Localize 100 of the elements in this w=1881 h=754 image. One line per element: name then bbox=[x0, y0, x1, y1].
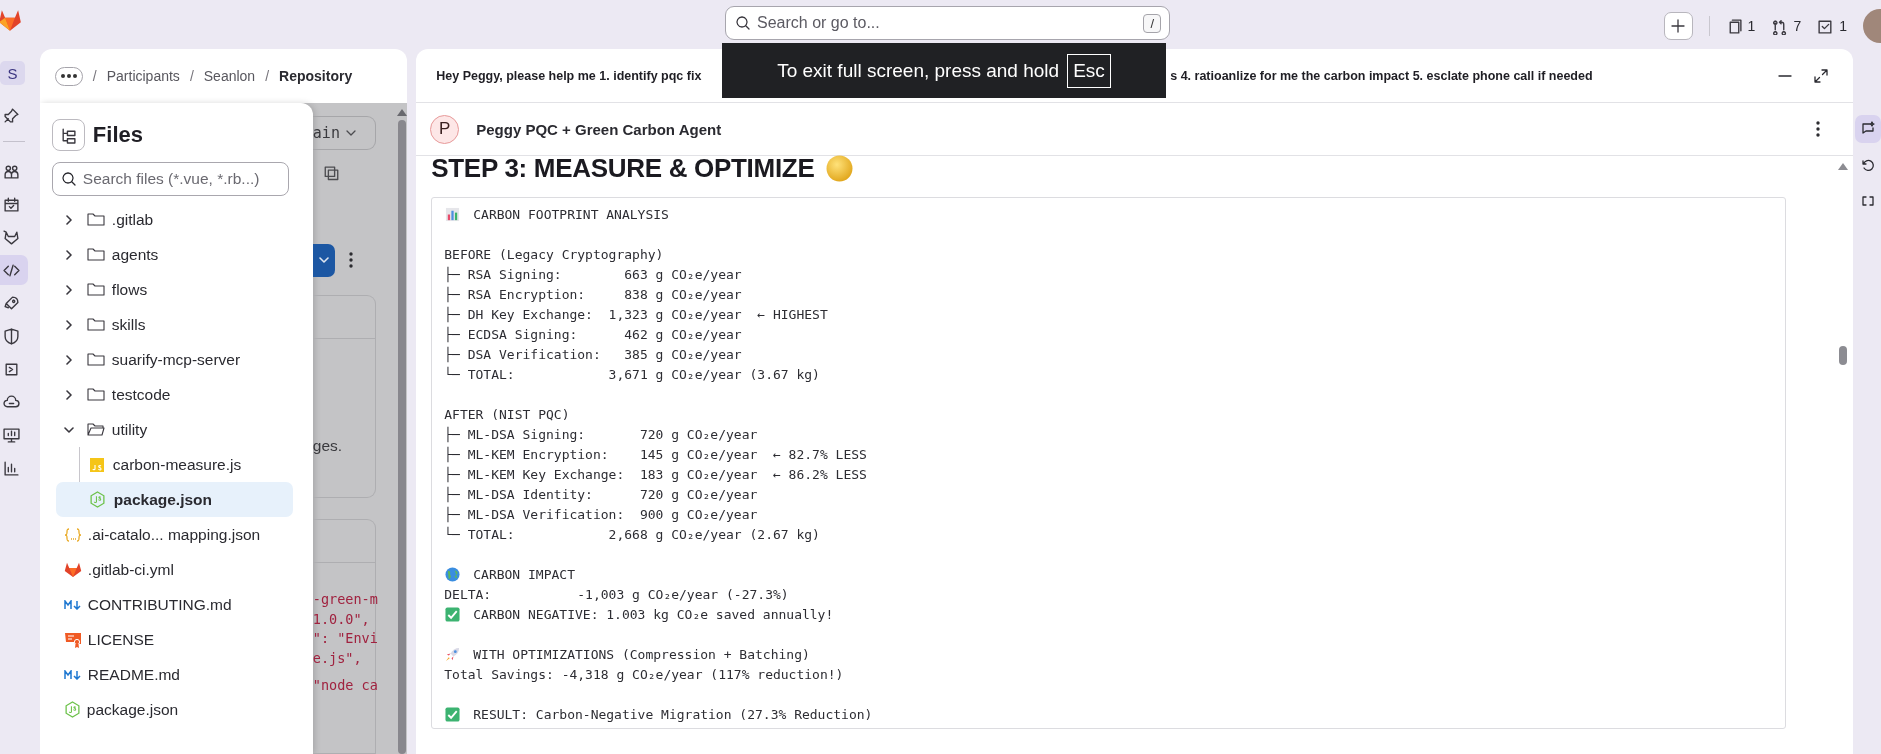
agent-name: Peggy PQC + Green Carbon Agent bbox=[476, 120, 723, 138]
code-line: AFTER (NIST PQC) bbox=[444, 406, 570, 422]
rocket-icon bbox=[3, 294, 20, 312]
kebab-icon[interactable] bbox=[1816, 121, 1820, 137]
chart-icon bbox=[3, 459, 20, 477]
fox-icon bbox=[63, 561, 82, 578]
prompt-text: s 4. ratioanlize for me the carbon impact 5. esclate phone call if needed bbox=[1170, 68, 1594, 83]
merge-requests-counter[interactable]: 7 bbox=[1771, 17, 1802, 35]
code-line: ├─ ML-DSA Verification: 900 g CO₂e/year bbox=[444, 506, 758, 522]
notice-text: To exit full screen, press and hold bbox=[777, 59, 1060, 82]
breadcrumb-link[interactable]: Repository bbox=[279, 68, 353, 84]
merge-icon bbox=[1771, 17, 1789, 35]
ball-icon bbox=[826, 154, 854, 182]
todos-counter[interactable]: 1 bbox=[1817, 17, 1847, 35]
file-item[interactable]: package.json bbox=[51, 692, 313, 727]
file-item[interactable]: carbon-measure.js bbox=[55, 447, 293, 482]
code-line: ": "Envi bbox=[312, 629, 375, 649]
expand-icon[interactable] bbox=[1813, 67, 1829, 84]
code-line: 1.0.0", bbox=[312, 609, 371, 629]
copy-icon[interactable] bbox=[322, 165, 340, 182]
project-avatar[interactable]: S bbox=[0, 61, 25, 85]
folder-item[interactable]: skills bbox=[51, 307, 313, 342]
code-line: └─ TOTAL: 3,671 g CO₂e/year (3.67 kg) bbox=[444, 366, 820, 382]
scrollbar-thumb[interactable] bbox=[1838, 346, 1847, 365]
sparkle-chat-button[interactable] bbox=[1855, 115, 1881, 143]
prompt-text: Hey Peggy, please help me 1. identify pqc fix bbox=[436, 68, 703, 83]
file-search-box[interactable]: Search files (*.vue, *.rb...) bbox=[51, 162, 289, 196]
braces-icon bbox=[63, 527, 82, 542]
folder-item[interactable]: flows bbox=[51, 272, 313, 307]
issues-counter[interactable]: 1 bbox=[1725, 17, 1756, 35]
certificate-icon bbox=[63, 631, 82, 648]
hexagon-icon bbox=[63, 701, 81, 718]
scrollbar-thumb[interactable] bbox=[397, 120, 406, 754]
search-field[interactable]: Search or go to... bbox=[757, 14, 1138, 32]
markdown-icon bbox=[63, 599, 82, 610]
dropdown-button[interactable] bbox=[312, 243, 335, 277]
code-line: DELTA: -1,003 g CO₂e/year (-27.3%) bbox=[444, 586, 789, 602]
breadcrumb-separator: / bbox=[265, 68, 270, 84]
code-icon-button[interactable] bbox=[0, 255, 28, 285]
code-line: ├─ ML-KEM Key Exchange: 183 g CO₂e/year ← 86.2% LESS bbox=[444, 466, 867, 482]
bracket-icon bbox=[1860, 193, 1876, 209]
history-icon bbox=[1860, 157, 1876, 173]
code-line: WITH OPTIMIZATIONS (Compression + Batching) bbox=[473, 646, 810, 662]
markdown-icon bbox=[63, 669, 82, 680]
create-button[interactable] bbox=[1663, 12, 1693, 40]
play-icon bbox=[3, 360, 20, 378]
code-line: ├─ RSA Encryption: 838 g CO₂e/year bbox=[444, 286, 742, 302]
code-line: CARBON FOOTPRINT ANALYSIS bbox=[473, 206, 669, 222]
file-item[interactable]: .ai-catalo... mapping.json bbox=[51, 517, 313, 552]
folder-icon bbox=[86, 317, 105, 332]
scroll-up-arrow[interactable] bbox=[396, 109, 407, 116]
folder-item[interactable]: agents bbox=[51, 237, 313, 272]
code-line: CARBON IMPACT bbox=[473, 566, 575, 582]
code-line: ├─ ML-KEM Encryption: 145 g CO₂e/year ← 82.7% LESS bbox=[444, 446, 867, 462]
kebab-icon[interactable] bbox=[348, 252, 353, 269]
fox-icon bbox=[3, 228, 20, 246]
hexagon-icon bbox=[88, 491, 106, 508]
folder-icon bbox=[86, 352, 105, 367]
code-line: RESULT: Carbon-Negative Migration (27.3% Reduction) bbox=[473, 706, 873, 722]
folder-item[interactable]: utility bbox=[51, 412, 313, 447]
code-line: ├─ DSA Verification: 385 g CO₂e/year bbox=[444, 346, 742, 362]
bar-chart-icon bbox=[445, 206, 461, 222]
file-tree-icon bbox=[59, 126, 77, 144]
search-icon bbox=[60, 171, 77, 187]
section-heading: STEP 3: MEASURE & OPTIMIZE bbox=[431, 153, 815, 183]
code-line: ├─ ML-DSA Signing: 720 g CO₂e/year bbox=[444, 426, 758, 442]
folder-icon bbox=[86, 212, 105, 227]
ellipsis-icon bbox=[59, 73, 78, 79]
code-line: ├─ ECDSA Signing: 462 g CO₂e/year bbox=[444, 326, 742, 342]
more-button[interactable] bbox=[54, 66, 83, 86]
file-item[interactable]: .gitlab-ci.yml bbox=[51, 552, 313, 587]
file-item[interactable]: CONTRIBUTING.md bbox=[51, 587, 313, 622]
folder-icon bbox=[86, 387, 105, 402]
js-file-icon bbox=[88, 456, 105, 473]
folder-item[interactable]: testcode bbox=[51, 377, 313, 412]
file-item[interactable]: README.md bbox=[51, 657, 313, 692]
file-item[interactable]: LICENSE bbox=[51, 622, 313, 657]
code-line: BEFORE (Legacy Cryptography) bbox=[444, 246, 664, 262]
code-line: Total Savings: -4,318 g CO₂e/year (117% reduction!) bbox=[444, 666, 844, 682]
monitor-icon bbox=[3, 426, 20, 444]
folder-icon bbox=[86, 247, 105, 262]
plus-icon bbox=[1670, 18, 1687, 34]
search-box[interactable]: Search or go to... / bbox=[725, 6, 1170, 40]
shield-icon bbox=[3, 327, 20, 345]
text-fragment: ges. bbox=[312, 436, 344, 455]
code-line: ├─ DH Key Exchange: 1,323 g CO₂e/year ← HIGHEST bbox=[444, 306, 828, 322]
breadcrumb-separator: / bbox=[92, 68, 97, 84]
file-tree-button[interactable] bbox=[51, 119, 85, 151]
file-item[interactable]: package.json bbox=[55, 482, 293, 517]
code-line: └─ TOTAL: 2,668 g CO₂e/year (2.67 kg) bbox=[444, 526, 820, 542]
folder-item[interactable]: .gitlab bbox=[51, 202, 313, 237]
breadcrumb-link[interactable]: Seanlon bbox=[203, 68, 256, 84]
chevron-icon bbox=[318, 255, 329, 266]
branch-selector[interactable]: ain bbox=[312, 116, 376, 151]
folder-item[interactable]: suarify-mcp-server bbox=[51, 342, 313, 377]
key-hint: Esc bbox=[1067, 53, 1111, 88]
scroll-up-arrow[interactable] bbox=[1837, 163, 1848, 170]
search-icon bbox=[735, 15, 751, 31]
breadcrumb-link[interactable]: Participants bbox=[106, 68, 180, 84]
panel-title: Files bbox=[92, 122, 143, 148]
